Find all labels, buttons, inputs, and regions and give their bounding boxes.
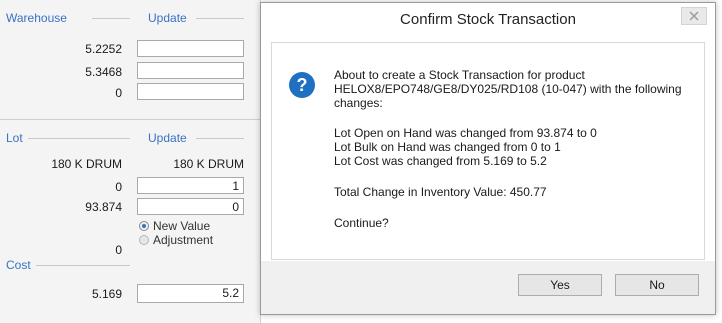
radio-adjustment[interactable]: Adjustment [139,233,213,247]
divider [92,18,130,19]
message-line-3: changes: [334,96,383,110]
change-bulk-on-hand: Lot Bulk on Hand was changed from 0 to 1 [334,140,561,154]
question-icon: ? [289,72,315,98]
confirm-dialog: Confirm Stock Transaction ? About to cre… [260,2,716,315]
dialog-titlebar: Confirm Stock Transaction [261,3,715,35]
total-change: Total Change in Inventory Value: 450.77 [334,185,547,199]
section-separator [0,119,260,120]
warehouse-value-3: 0 [115,86,122,100]
radio-button[interactable] [139,221,149,231]
change-cost: Lot Cost was changed from 5.169 to 5.2 [334,154,547,168]
yes-button[interactable]: Yes [518,274,602,296]
close-button[interactable] [681,7,707,25]
warehouse-value-2: 5.3468 [85,65,122,79]
radio-new-value[interactable]: New Value [139,219,210,233]
warehouse-section-label: Warehouse [6,11,67,25]
divider [196,18,244,19]
lot-container: 180 K DRUM [51,157,122,171]
lot-bulk-input[interactable]: 1 [137,177,244,194]
lot-bottom-value: 0 [115,243,122,257]
dialog-footer: Yes No [261,261,715,314]
no-button[interactable]: No [615,274,699,296]
svg-text:?: ? [297,75,308,95]
radio-button[interactable] [139,235,149,245]
lot-update-label: Update [148,131,187,145]
lot-open-input[interactable]: 0 [137,198,244,215]
lot-container-update: 180 K DRUM [173,157,244,171]
warehouse-update-label: Update [148,11,187,25]
stock-form: Warehouse Update 5.2252 5.3468 0 Lot Upd… [0,0,261,323]
lot-bulk-on-hand: 0 [115,180,122,194]
warehouse-input-3[interactable] [137,83,244,100]
close-icon [689,11,699,21]
cost-section-label: Cost [6,258,31,272]
dialog-title: Confirm Stock Transaction [400,11,576,28]
radio-adjustment-label: Adjustment [153,233,214,247]
message-line-2: HELOX8/EPO748/GE8/DY025/RD108 (10-047) w… [334,82,682,96]
dialog-message-area: ? About to create a Stock Transaction fo… [271,42,705,260]
continue-prompt: Continue? [334,216,389,230]
cost-value: 5.169 [91,287,122,301]
divider [36,265,130,266]
message-line-1: About to create a Stock Transaction for … [334,68,585,82]
radio-new-value-label: New Value [153,219,211,233]
warehouse-input-2[interactable] [137,62,244,79]
divider [196,138,244,139]
divider [28,138,130,139]
warehouse-value-1: 5.2252 [85,42,122,56]
lot-open-on-hand: 93.874 [85,200,122,214]
change-open-on-hand: Lot Open on Hand was changed from 93.874… [334,126,597,140]
warehouse-input-1[interactable] [137,40,244,57]
cost-input[interactable]: 5.2 [137,284,244,303]
lot-section-label: Lot [6,131,23,145]
